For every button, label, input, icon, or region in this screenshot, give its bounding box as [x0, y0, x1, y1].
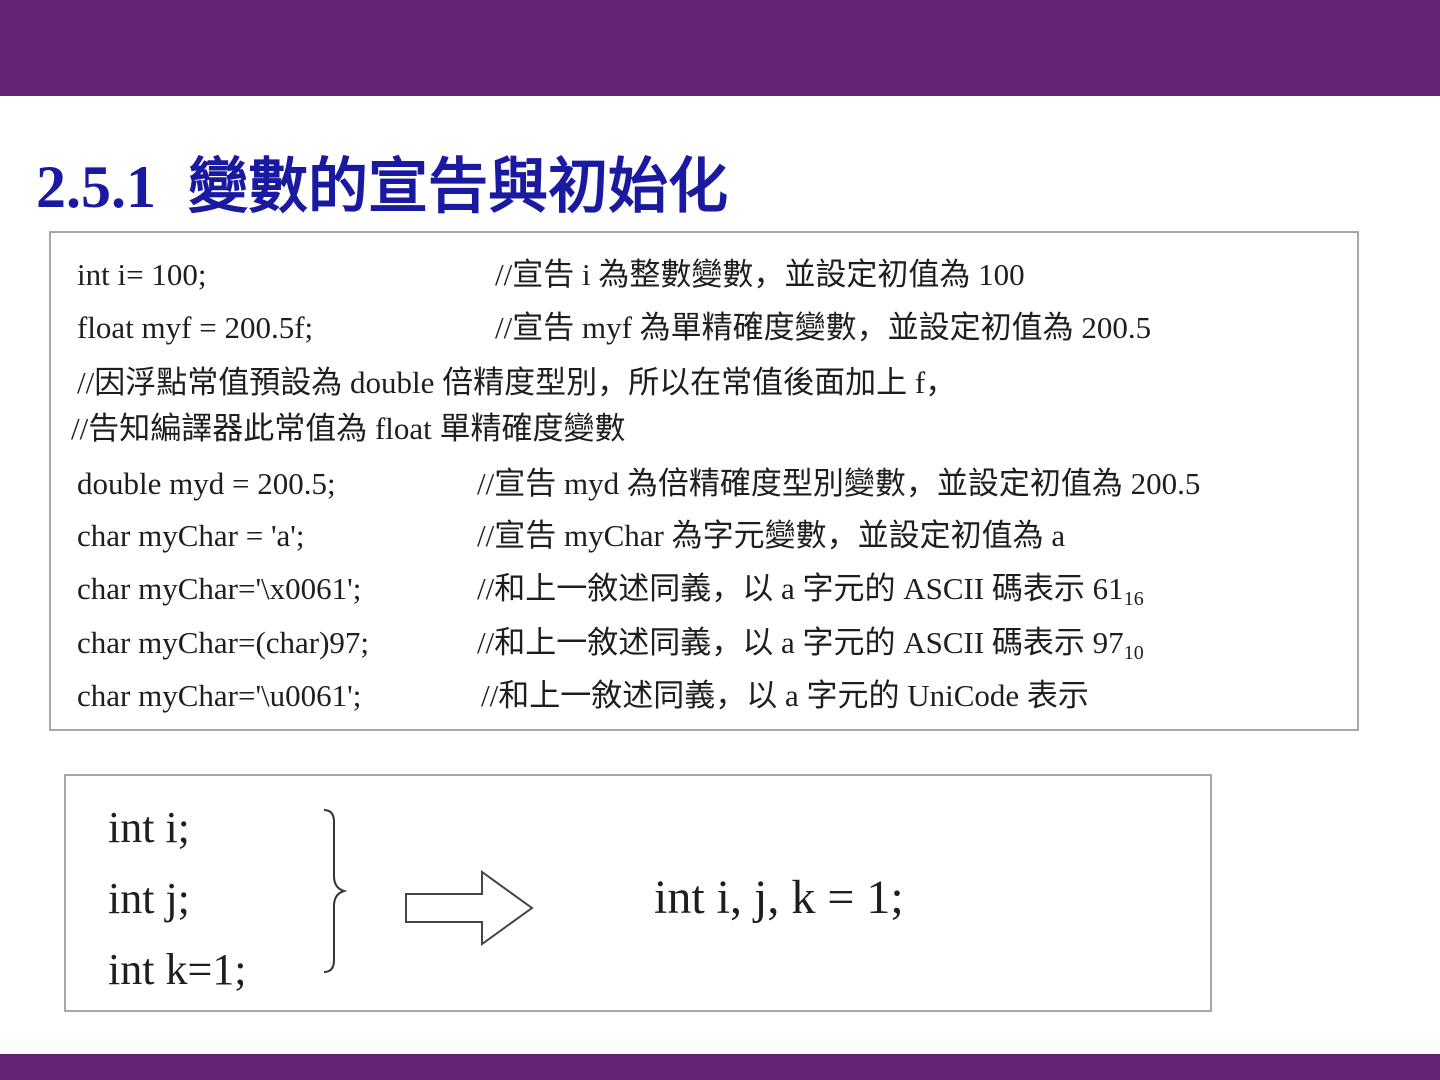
code-comment: //和上一敘述同義，以 a 字元的 UniCode 表示	[481, 678, 1089, 713]
code-text: float myf = 200.5f;	[77, 310, 314, 345]
slide-title: 2.5.1 變數的宣告與初始化	[36, 138, 728, 225]
top-banner	[0, 0, 1440, 96]
code-comment: //宣告 myChar 為字元變數，並設定初值為 a	[477, 518, 1066, 553]
code-text: int i= 100;	[77, 257, 207, 292]
code-text: char myChar=(char)97;	[77, 625, 370, 660]
declaration-example-box: int i; int j; int k=1; int i, j, k = 1;	[64, 774, 1212, 1012]
section-title: 變數的宣告與初始化	[188, 154, 728, 220]
code-text: char myChar = 'a';	[77, 518, 305, 553]
section-number: 2.5.1	[36, 154, 156, 220]
code-comment: //和上一敘述同義，以 a 字元的 ASCII 碼表示 6116	[477, 571, 1144, 609]
comment-text: //和上一敘述同義，以 a 字元的 ASCII 碼表示 97	[477, 625, 1124, 660]
radix-subscript: 16	[1123, 588, 1144, 610]
separate-declaration: int i;	[108, 803, 190, 852]
separate-declaration: int j;	[108, 874, 190, 923]
code-text: double myd = 200.5;	[77, 466, 336, 501]
code-comment: //和上一敘述同義，以 a 字元的 ASCII 碼表示 9710	[477, 625, 1144, 663]
right-brace-icon	[323, 809, 348, 973]
code-comment: //宣告 myf 為單精確度變數，並設定初值為 200.5	[495, 310, 1152, 345]
code-comment: //因浮點常值預設為 double 倍精度型別，所以在常值後面加上 f，	[77, 365, 957, 400]
bottom-banner	[0, 1054, 1440, 1080]
combined-declaration: int i, j, k = 1;	[654, 871, 904, 924]
code-text: char myChar='\u0061';	[77, 678, 362, 713]
right-arrow-icon	[405, 870, 534, 946]
radix-subscript: 10	[1123, 642, 1144, 664]
code-comment: //告知編譯器此常值為 float 單精確度變數	[71, 411, 626, 446]
separate-declaration: int k=1;	[108, 945, 247, 994]
comment-text: //和上一敘述同義，以 a 字元的 ASCII 碼表示 61	[477, 571, 1124, 606]
code-listing-box: int i= 100; //宣告 i 為整數變數，並設定初值為 100 floa…	[49, 231, 1359, 731]
code-comment: //宣告 myd 為倍精確度型別變數，並設定初值為 200.5	[477, 466, 1201, 501]
code-text: char myChar='\x0061';	[77, 571, 362, 606]
code-comment: //宣告 i 為整數變數，並設定初值為 100	[495, 257, 1025, 292]
